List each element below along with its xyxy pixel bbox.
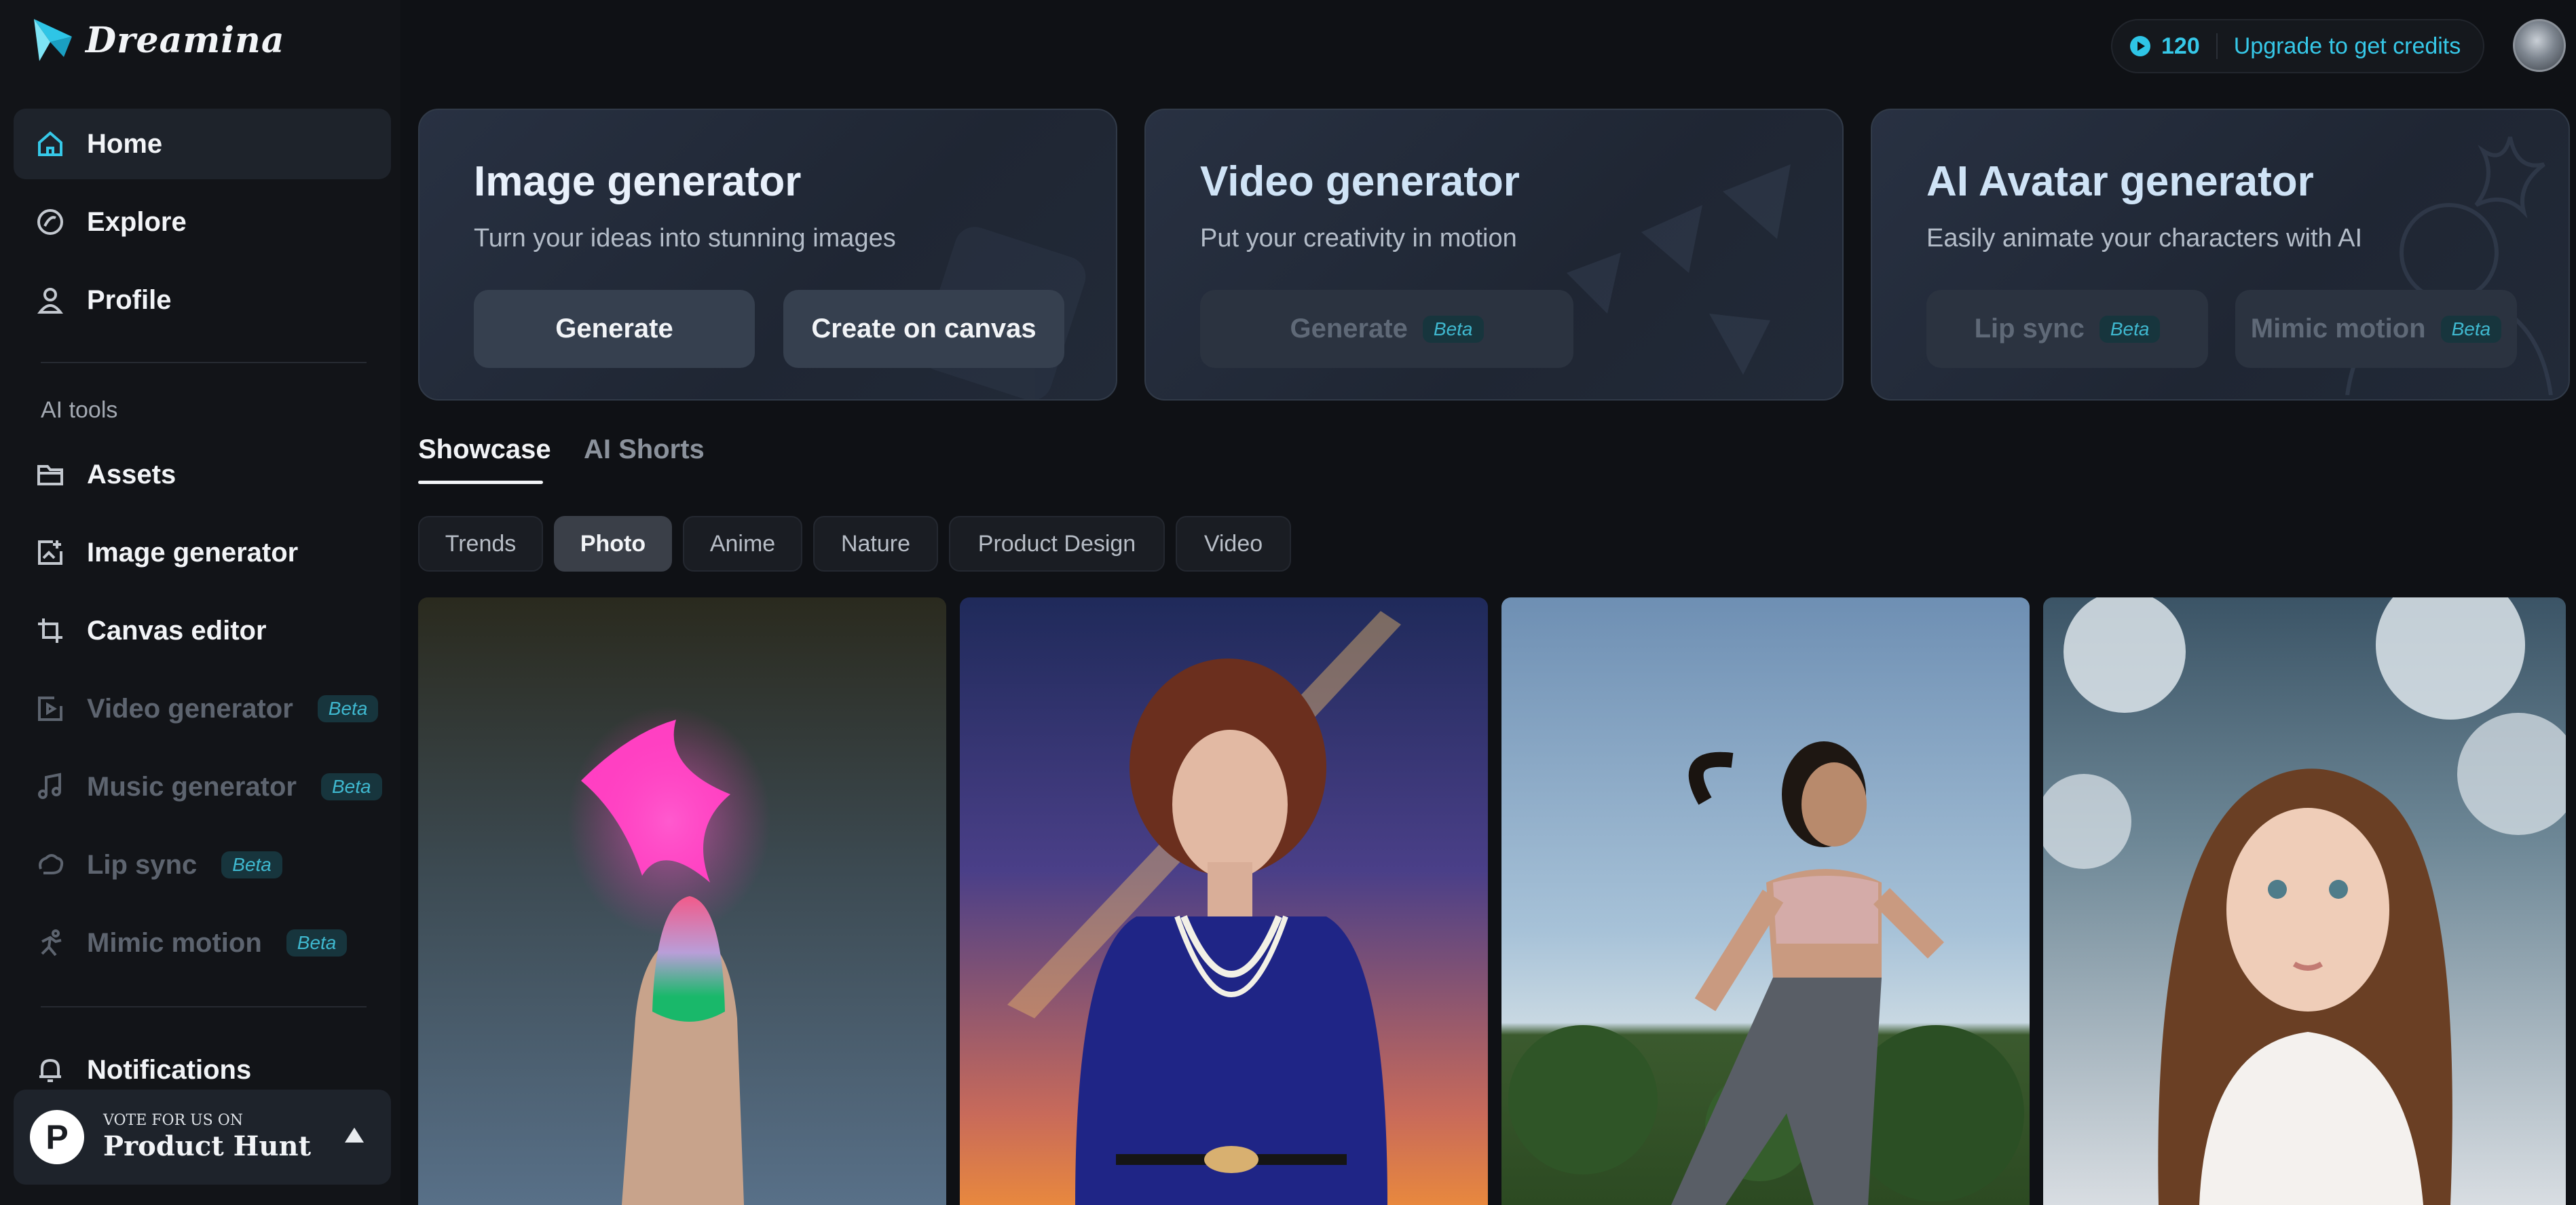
dreamina-logo-icon [34,19,72,61]
user-icon [34,284,67,316]
credits-pill[interactable]: 120 Upgrade to get credits [2111,19,2484,73]
upvote-arrow-icon [345,1128,364,1143]
sidebar-item-label: Assets [87,459,176,489]
sidebar-item-explore[interactable]: Explore [14,187,391,257]
gallery-item-glowing-fingernail[interactable] [418,597,946,1205]
sidebar-item-label: Music generator [87,771,297,802]
ai-avatar-generator-card: AI Avatar generator Easily animate your … [1871,109,2570,401]
tab-showcase[interactable]: Showcase [418,434,551,465]
app-name: Dreamina [86,19,285,61]
card-title: Video generator [1200,158,1520,205]
credit-coin-icon [2130,36,2150,56]
sidebar-item-lip-sync[interactable]: Lip sync Beta [14,830,391,900]
crop-icon [34,614,67,647]
bell-icon [34,1054,67,1086]
app-logo[interactable]: Dreamina [30,16,285,64]
card-subtitle: Put your creativity in motion [1200,224,1517,253]
sidebar-item-label: Notifications [87,1054,252,1085]
sidebar-item-label: Home [87,128,163,159]
lip-sync-icon [34,849,67,881]
beta-badge: Beta [221,851,282,878]
beta-badge: Beta [286,929,348,957]
lip-sync-button[interactable]: Lip sync Beta [1926,290,2208,368]
chip-video[interactable]: Video [1176,516,1291,572]
sidebar-item-canvas-editor[interactable]: Canvas editor [14,595,391,666]
image-plus-icon [34,536,67,569]
product-hunt-banner[interactable]: P VOTE FOR US ON Product Hunt [14,1090,391,1185]
credit-count: 120 [2161,33,2200,59]
image-generator-card: Image generator Turn your ideas into stu… [418,109,1117,401]
sidebar-item-label: Canvas editor [87,615,267,646]
button-label: Generate [1290,314,1408,344]
section-label-ai-tools: AI tools [41,397,118,423]
beta-badge: Beta [320,773,382,800]
card-title: Image generator [474,158,802,205]
chip-trends[interactable]: Trends [418,516,543,572]
gallery-image [567,706,771,1205]
video-icon [34,692,67,725]
chip-product-design[interactable]: Product Design [949,516,1165,572]
decorative-arrows-icon [1567,164,1791,375]
tab-ai-shorts[interactable]: AI Shorts [584,434,705,465]
music-icon [34,771,67,803]
sidebar-item-home[interactable]: Home [14,109,391,179]
sidebar-divider [41,1006,367,1007]
button-label: Lip sync [1974,314,2085,344]
beta-badge: Beta [2099,315,2161,343]
video-generate-button[interactable]: Generate Beta [1200,290,1573,368]
beta-badge: Beta [2440,315,2502,343]
sidebar-item-video-generator[interactable]: Video generator Beta [14,673,391,744]
chip-nature[interactable]: Nature [813,516,938,572]
beta-badge: Beta [1422,315,1484,343]
card-title: AI Avatar generator [1926,158,2314,205]
image-generate-button[interactable]: Generate [474,290,755,368]
sidebar-divider [41,362,367,363]
sidebar-item-label: Explore [87,206,187,237]
beta-badge: Beta [317,695,379,722]
active-tab-indicator [418,481,543,484]
user-avatar[interactable] [2513,19,2566,72]
gallery-item-runner[interactable] [1501,597,2030,1205]
create-on-canvas-button[interactable]: Create on canvas [783,290,1064,368]
sidebar-item-label: Lip sync [87,849,198,880]
button-label: Mimic motion [2250,314,2426,344]
mimic-motion-button[interactable]: Mimic motion Beta [2235,290,2517,368]
product-hunt-logo: P [30,1110,84,1164]
card-subtitle: Easily animate your characters with AI [1926,224,2363,253]
product-hunt-title: Product Hunt [103,1130,312,1162]
sidebar-item-label: Mimic motion [87,927,262,958]
motion-icon [34,927,67,959]
compass-icon [34,206,67,238]
sidebar: Dreamina Home Explore Profile AI tools A… [0,0,400,1205]
card-subtitle: Turn your ideas into stunning images [474,224,896,253]
sidebar-item-music-generator[interactable]: Music generator Beta [14,752,391,822]
gallery-image [1508,741,2024,1205]
sidebar-item-image-generator[interactable]: Image generator [14,517,391,588]
gallery-item-woman-rainbow[interactable] [960,597,1488,1205]
home-icon [34,128,67,160]
chip-anime[interactable]: Anime [683,516,802,572]
sidebar-item-mimic-motion[interactable]: Mimic motion Beta [14,908,391,978]
sidebar-item-label: Profile [87,284,172,315]
video-generator-card: Video generator Put your creativity in m… [1144,109,1844,401]
gallery-image [1007,611,1401,1205]
sidebar-item-assets[interactable]: Assets [14,439,391,510]
gallery-item-snow-portrait[interactable] [2043,597,2566,1205]
sidebar-item-label: Image generator [87,537,299,568]
folder-icon [34,458,67,491]
chip-photo[interactable]: Photo [554,516,672,572]
gallery-image [2043,597,2566,1205]
product-hunt-small-text: VOTE FOR US ON [103,1112,244,1129]
sidebar-item-label: Video generator [87,693,293,724]
credit-separator [2216,33,2218,59]
sidebar-item-profile[interactable]: Profile [14,265,391,335]
upgrade-link[interactable]: Upgrade to get credits [2234,33,2461,60]
